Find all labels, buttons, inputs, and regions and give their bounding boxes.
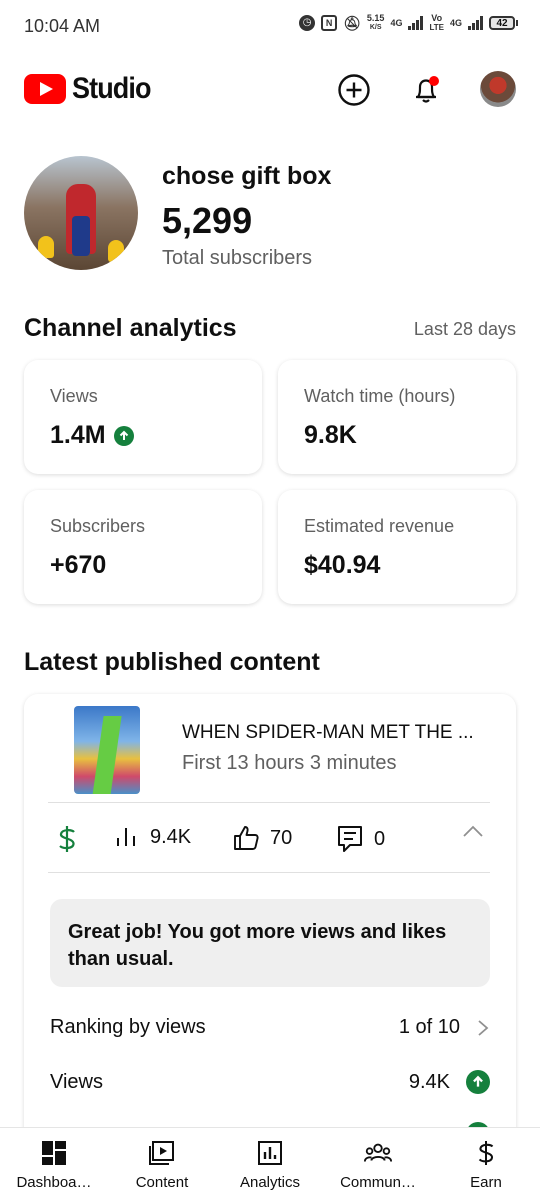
ranking-value: 1 of 10 [398, 1016, 460, 1038]
views-row-label: Views [50, 1070, 103, 1093]
content-icon [147, 1138, 177, 1168]
studio-logo[interactable]: Studio [24, 72, 159, 106]
subscribers-card[interactable]: Subscribers +670 [24, 490, 262, 604]
create-button[interactable] [336, 72, 372, 108]
nav-content-label: Content [135, 1174, 189, 1191]
nav-dashboard-label: Dashboa… [16, 1174, 92, 1191]
divider [48, 802, 490, 803]
views-card[interactable]: Views 1.4M [24, 360, 262, 474]
status-icons: ◷ N 🔕︎ 5.15 K/S 4G Vo LTE 4G 42 [299, 14, 518, 32]
thumbnail-track [92, 716, 122, 794]
network-type-2: 4G [449, 17, 462, 28]
analytics-period: Last 28 days [413, 319, 516, 339]
dashboard-icon [39, 1138, 69, 1168]
nav-earn[interactable]: Earn [432, 1128, 540, 1201]
nav-earn-label: Earn [470, 1174, 502, 1191]
net-speed-value: 5.15 [366, 13, 385, 23]
thumbs-up-icon [234, 826, 259, 850]
volte-indicator: Vo LTE [429, 13, 444, 33]
status-time: 10:04 AM [24, 16, 101, 36]
trend-up-icon [113, 425, 134, 446]
views-card-value: 1.4M [50, 421, 106, 449]
net-speed: 5.15 K/S [367, 14, 385, 32]
revenue-card-label: Estimated revenue [304, 516, 455, 536]
likes-stat: 70 [232, 824, 292, 852]
video-subtitle: First 13 hours 3 minutes [182, 752, 397, 774]
comments-stat-value: 0 [374, 827, 386, 850]
network-type-1-label: 4G [390, 17, 403, 28]
latest-content-title: Latest published content [24, 648, 320, 676]
bar-chart-icon [117, 828, 135, 846]
bottom-navigation: Dashboa… Content Analytics Commun… Earn [0, 1127, 540, 1201]
net-speed-unit: K/S [369, 24, 382, 31]
nav-community[interactable]: Commun… [324, 1128, 432, 1201]
nav-analytics[interactable]: Analytics [216, 1128, 324, 1201]
chevron-right-icon [478, 1019, 489, 1036]
analytics-icon [255, 1138, 285, 1168]
nav-community-label: Commun… [340, 1174, 416, 1191]
trend-up-icon [466, 1070, 490, 1094]
comments-stat: 0 [336, 824, 385, 854]
status-bar: 10:04 AM ◷ N 🔕︎ 5.15 K/S 4G Vo LTE 4G 42 [0, 0, 540, 56]
ranking-row[interactable]: Ranking by views 1 of 10 [50, 1016, 490, 1039]
views-card-value-row: 1.4M [50, 421, 262, 450]
channel-avatar[interactable] [24, 156, 138, 270]
revenue-card[interactable]: Estimated revenue $40.94 [278, 490, 516, 604]
collapse-button[interactable] [462, 824, 484, 838]
signal-1-icon [408, 16, 424, 30]
battery-level: 42 [489, 16, 515, 30]
community-icon [363, 1138, 393, 1168]
subscriber-label: Total subscribers [162, 247, 313, 269]
mute-icon: 🔕︎ [343, 15, 361, 31]
views-stat: 9.4K [114, 824, 191, 850]
signal-2-icon [468, 16, 483, 30]
watch-time-card-label: Watch time (hours) [304, 386, 456, 406]
volte-bottom: LTE [429, 23, 444, 32]
volte-top: Vo [431, 13, 443, 23]
divider [48, 872, 490, 873]
youtube-play-icon [24, 74, 66, 104]
avatar-minion-left [38, 236, 54, 258]
plus-circle-icon [338, 74, 370, 106]
channel-name: chose gift box [162, 162, 332, 190]
views-stat-value: 9.4K [150, 825, 192, 848]
subscriber-count: 5,299 [162, 200, 253, 241]
battery-icon: 42 [489, 16, 518, 30]
notifications-button[interactable] [408, 72, 444, 108]
views-row-value: 9.4K [408, 1070, 450, 1093]
watch-time-card-value: 9.8K [304, 421, 357, 449]
avatar-figure-legs [72, 216, 90, 256]
alarm-icon: ◷ [299, 15, 316, 31]
nav-analytics-label: Analytics [239, 1174, 301, 1191]
network-type-2-label: 4G [449, 17, 462, 28]
video-thumbnail[interactable] [74, 706, 140, 794]
dollar-icon [59, 826, 75, 852]
channel-analytics-title: Channel analytics [24, 314, 237, 342]
subscribers-card-value: +670 [50, 551, 107, 579]
nav-content[interactable]: Content [108, 1128, 216, 1201]
nfc-icon: N [321, 15, 338, 31]
likes-stat-value: 70 [270, 826, 293, 849]
views-card-label: Views [50, 386, 98, 406]
performance-message: Great job! You got more views and likes … [50, 899, 490, 987]
comment-icon [338, 826, 362, 852]
revenue-card-value: $40.94 [304, 551, 381, 579]
app-header: Studio [0, 56, 540, 126]
views-row: Views 9.4K [50, 1070, 490, 1094]
video-title[interactable]: WHEN SPIDER-MAN MET THE ... [182, 722, 474, 744]
nav-dashboard[interactable]: Dashboa… [0, 1128, 108, 1201]
revenue-stat [54, 824, 80, 854]
earn-icon [471, 1138, 501, 1168]
avatar-minion-right [108, 240, 124, 262]
latest-content-card: WHEN SPIDER-MAN MET THE ... First 13 hou… [24, 694, 516, 1174]
bell-icon [416, 76, 439, 103]
logo-text: Studio [72, 72, 151, 105]
account-avatar[interactable] [480, 71, 516, 107]
network-type-1: 4G [390, 17, 403, 28]
battery-tip [516, 20, 518, 26]
watch-time-card[interactable]: Watch time (hours) 9.8K [278, 360, 516, 474]
subscribers-card-label: Subscribers [50, 516, 146, 536]
chevron-up-icon [463, 825, 483, 837]
ranking-label: Ranking by views [50, 1016, 206, 1038]
